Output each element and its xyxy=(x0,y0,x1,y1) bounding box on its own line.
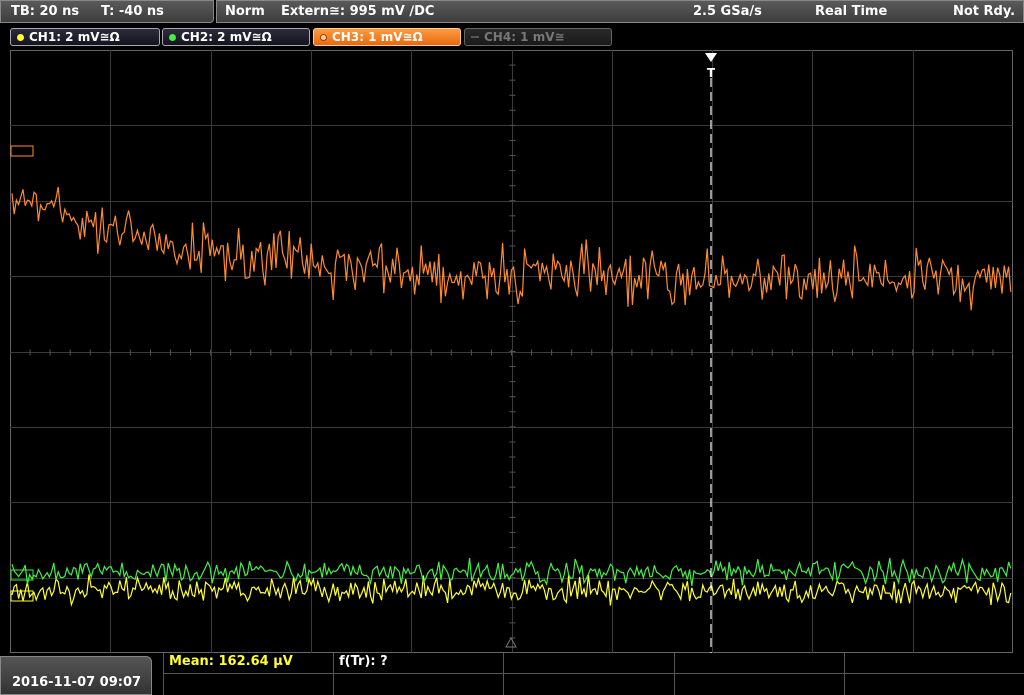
channel-4-off-icon xyxy=(471,36,479,38)
datetime-panel: 2016-11-07 09:07 xyxy=(0,656,152,695)
channel-3-button[interactable]: CH3: 1 mV≅Ω xyxy=(313,28,461,46)
trigger-marker-label: T xyxy=(707,66,716,80)
channel-4-button[interactable]: CH4: 1 mV≅ xyxy=(464,28,612,46)
measurement-bar[interactable]: Mean: 162.64 µV f(Tr): ? xyxy=(163,653,1024,695)
channel-1-button[interactable]: CH1: 2 mV≅Ω xyxy=(10,28,160,46)
trigger-time-value: T: -40 ns xyxy=(101,4,164,19)
channel-2-label: CH2: 2 mV≅Ω xyxy=(181,30,272,44)
oscilloscope-grid: T xyxy=(10,50,1013,653)
waveform-display[interactable]: T xyxy=(10,50,1013,653)
channel-4-label: CH4: 1 mV≅ xyxy=(484,30,565,44)
channel-2-button[interactable]: CH2: 2 mV≅Ω xyxy=(162,28,310,46)
sample-rate: 2.5 GSa/s xyxy=(693,4,762,19)
frequency-measurement: f(Tr): ? xyxy=(339,654,388,669)
timebase-value: TB: 20 ns xyxy=(11,4,80,19)
channel-3-dot-icon xyxy=(320,34,327,41)
mean-measurement: Mean: 162.64 µV xyxy=(169,654,293,669)
timebase-panel[interactable]: TB: 20 ns T: -40 ns xyxy=(0,0,214,23)
channel-1-dot-icon xyxy=(17,34,24,41)
status-bar: TB: 20 ns T: -40 ns Norm Extern≅: 995 mV… xyxy=(0,0,1024,24)
acquisition-status: Not Rdy. xyxy=(953,4,1016,19)
datetime-value: 2016-11-07 09:07 xyxy=(12,675,142,690)
trigger-mode: Norm xyxy=(225,4,265,19)
trigger-source: Extern≅: 995 mV ∕DC xyxy=(281,4,435,19)
channel-3-label: CH3: 1 mV≅Ω xyxy=(332,30,423,44)
channel-1-label: CH1: 2 mV≅Ω xyxy=(29,30,120,44)
trigger-panel[interactable]: Norm Extern≅: 995 mV ∕DC 2.5 GSa/s Real … xyxy=(216,0,1024,23)
channel-2-dot-icon xyxy=(169,34,176,41)
acquisition-mode: Real Time xyxy=(815,4,888,19)
